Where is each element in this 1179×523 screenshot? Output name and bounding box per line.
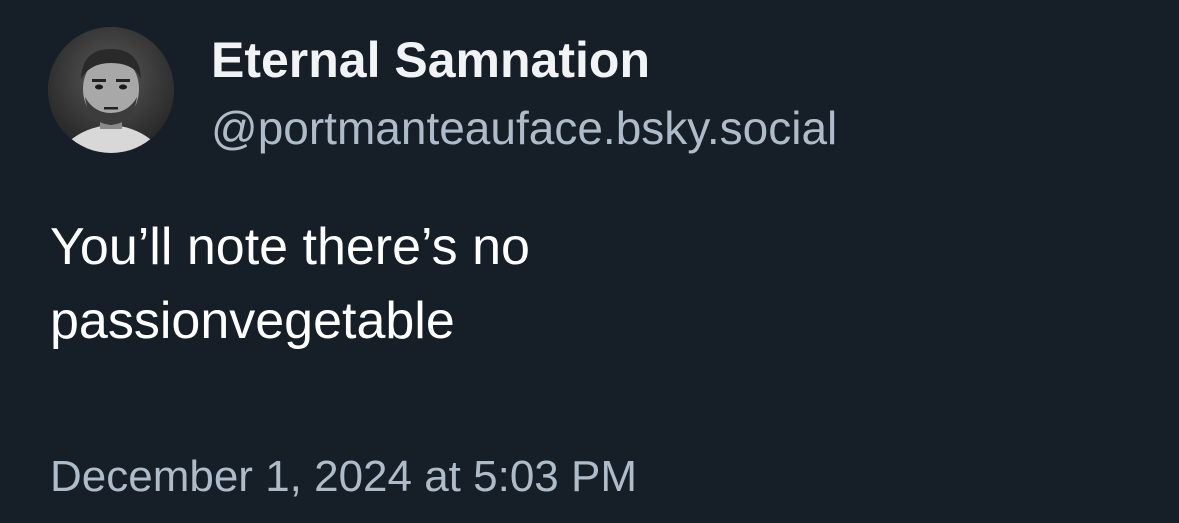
post-timestamp: December 1, 2024 at 5:03 PM — [50, 452, 637, 501]
post-text-line: passionvegetable — [50, 292, 455, 350]
author-handle[interactable]: @portmanteauface.bsky.social — [211, 100, 837, 156]
author-display-name[interactable]: Eternal Samnation — [211, 30, 650, 90]
post-card: Eternal Samnation @portmanteauface.bsky.… — [0, 0, 1179, 523]
avatar[interactable] — [48, 27, 174, 153]
avatar-photo-icon — [48, 27, 174, 153]
post-text: You’ll note there’s no passionvegetable — [50, 210, 1130, 358]
post-text-line: You’ll note there’s no — [50, 218, 530, 276]
